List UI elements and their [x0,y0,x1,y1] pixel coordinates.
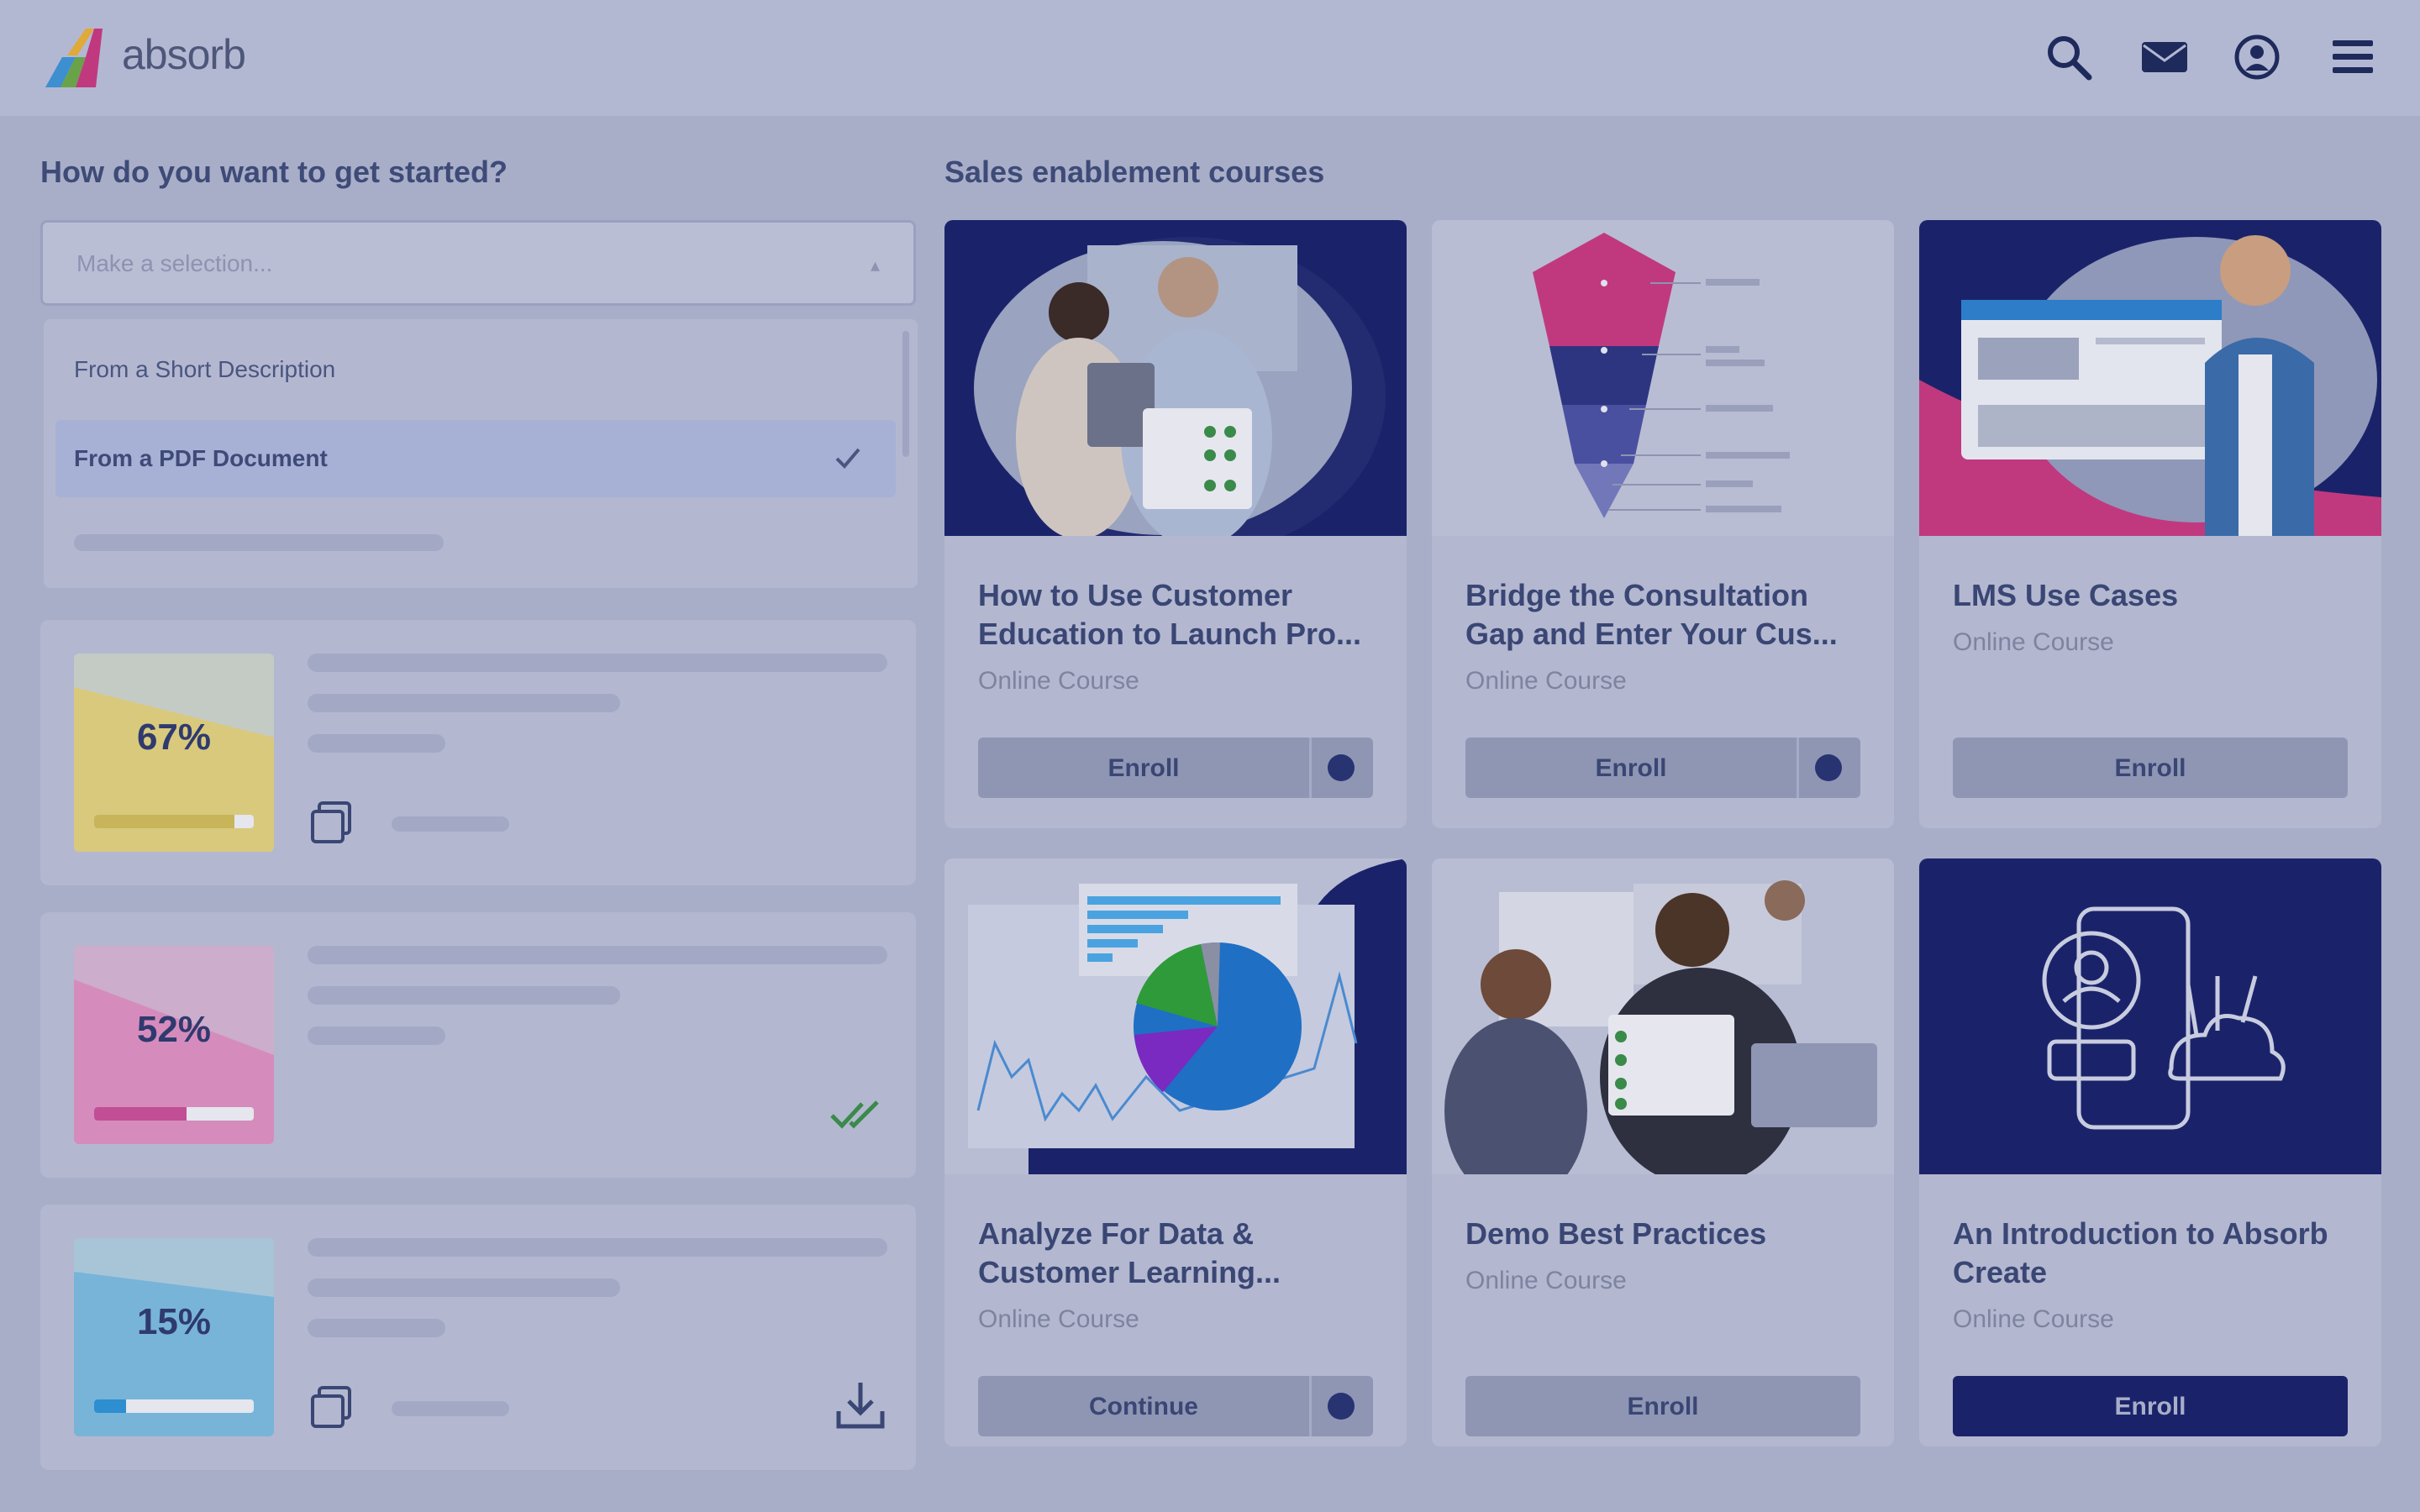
dropdown-menu: From a Short Description From a PDF Docu… [44,319,918,588]
placeholder-line [308,1319,445,1337]
progress-thumbnail: 15% [74,1238,274,1436]
progress-bar [94,815,254,828]
course-title[interactable]: How to Use Customer Education to Launch … [978,576,1373,654]
course-title[interactable]: LMS Use Cases [1953,576,2348,615]
course-card-1[interactable]: How to Use Customer Education to Launch … [944,220,1407,828]
download-icon[interactable] [834,1378,887,1431]
button-label: Enroll [2114,1393,2186,1420]
course-image-absorb-create [1919,858,2381,1174]
button-label: Enroll [1107,754,1180,782]
course-card-6[interactable]: An Introduction to Absorb Create Online … [1919,858,2381,1446]
placeholder-line [308,986,620,1005]
account-icon[interactable] [2232,32,2282,82]
button-label: Enroll [1627,1393,1699,1420]
course-title[interactable]: An Introduction to Absorb Create [1953,1215,2348,1292]
button-label: Continue [1089,1393,1198,1420]
course-type: Online Course [978,667,1139,695]
top-bar: absorb [0,0,2420,116]
course-card-5[interactable]: Demo Best Practices Online Course Enroll [1432,858,1894,1446]
absorb-logo[interactable] [42,24,109,91]
check-icon [835,448,860,469]
option-pdf-document[interactable]: From a PDF Document [74,445,328,472]
progress-fill [94,815,235,828]
button-label: Enroll [2114,754,2186,782]
selection-dropdown[interactable]: Make a selection... ▴ [40,220,916,306]
continue-button[interactable]: Continue [978,1376,1373,1436]
placeholder-line [308,1238,887,1257]
progress-thumbnail: 67% [74,654,274,852]
course-type: Online Course [1465,667,1627,695]
double-check-icon [830,1100,879,1129]
placeholder-line [308,654,887,672]
copy-icon[interactable] [309,800,355,845]
progress-thumbnail: 52% [74,946,274,1144]
course-type: Online Course [978,1305,1139,1333]
course-card-3[interactable]: LMS Use Cases Online Course Enroll [1919,220,2381,828]
course-type: Online Course [1465,1267,1627,1294]
placeholder-line [308,1026,445,1045]
progress-percent: 52% [136,1009,212,1050]
chevron-up-icon: ▴ [870,255,880,276]
progress-percent: 67% [136,717,212,758]
mail-icon[interactable] [2139,32,2190,82]
button-divider [1797,738,1799,798]
placeholder-line [308,1278,620,1297]
course-title[interactable]: Analyze For Data & Customer Learning... [978,1215,1373,1292]
placeholder-line [308,946,887,964]
placeholder-line [392,816,509,832]
courses-heading: Sales enablement courses [944,155,1325,189]
get-started-heading: How do you want to get started? [40,155,508,189]
progress-bar [94,1399,254,1413]
course-title[interactable]: Demo Best Practices [1465,1215,1860,1253]
progress-card-1[interactable]: 67% [40,620,916,885]
copy-icon[interactable] [309,1384,355,1430]
course-type: Online Course [1953,628,2114,656]
placeholder-line [308,694,620,712]
info-icon[interactable] [1328,754,1355,781]
course-title[interactable]: Bridge the Consultation Gap and Enter Yo… [1465,576,1860,654]
progress-fill [94,1107,187,1121]
button-label: Enroll [1595,754,1667,782]
option-short-description[interactable]: From a Short Description [74,356,335,383]
course-card-4[interactable]: Analyze For Data & Customer Learning... … [944,858,1407,1446]
info-icon[interactable] [1815,754,1842,781]
enroll-button[interactable]: Enroll [1465,1376,1860,1436]
progress-bar [94,1107,254,1121]
placeholder-line [392,1401,509,1416]
button-divider [1309,1376,1312,1436]
course-image-consultation-gap [1432,220,1894,536]
brand-name: absorb [122,31,246,78]
enroll-button[interactable]: Enroll [1953,1376,2348,1436]
progress-card-2[interactable]: 52% [40,912,916,1178]
course-image-lms-use-cases [1919,220,2381,536]
progress-card-3[interactable]: 15% [40,1205,916,1470]
course-image-data-analysis [944,858,1407,1174]
course-image-demo-best-practices [1432,858,1894,1174]
course-card-2[interactable]: Bridge the Consultation Gap and Enter Yo… [1432,220,1894,828]
option-placeholder [74,534,444,551]
select-placeholder: Make a selection... [76,250,273,276]
button-divider [1309,738,1312,798]
enroll-button[interactable]: Enroll [978,738,1373,798]
placeholder-line [308,734,445,753]
progress-fill [94,1399,126,1413]
course-type: Online Course [1953,1305,2114,1333]
info-icon[interactable] [1328,1393,1355,1420]
progress-percent: 15% [136,1301,212,1342]
enroll-button[interactable]: Enroll [1953,738,2348,798]
search-icon[interactable] [2044,32,2094,82]
dropdown-scrollbar[interactable] [902,331,909,457]
course-image-customer-education [944,220,1407,536]
enroll-button[interactable]: Enroll [1465,738,1860,798]
menu-icon[interactable] [2328,32,2378,82]
